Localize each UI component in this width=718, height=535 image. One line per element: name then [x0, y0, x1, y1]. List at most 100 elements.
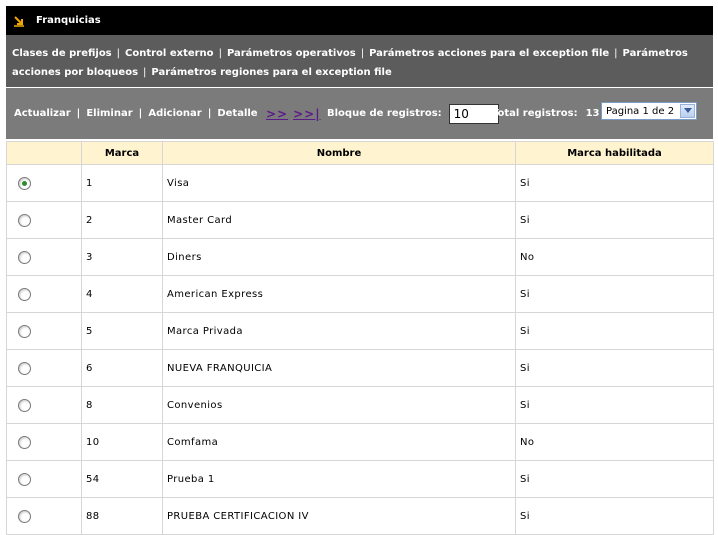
- cell-marca: 6: [81, 349, 163, 387]
- block-size-label: Bloque de registros:: [327, 108, 442, 119]
- column-header-habilitada: Marca habilitada: [515, 141, 714, 165]
- cell-marca: 3: [81, 238, 163, 276]
- franquicias-table: Marca Nombre Marca habilitada 1 Visa Si 2 Ma…: [6, 141, 714, 535]
- cell-habilitada: Si: [515, 386, 714, 424]
- toolbar: Actualizar | Eliminar | Adicionar | Deta…: [6, 88, 713, 139]
- action-separator: |: [76, 108, 81, 119]
- row-radio[interactable]: [18, 398, 31, 412]
- cell-nombre: NUEVA FRANQUICIA: [162, 349, 516, 387]
- cell-marca: 5: [81, 312, 163, 350]
- column-header-nombre: Nombre: [162, 141, 516, 165]
- cell-nombre: Master Card: [162, 201, 516, 239]
- nav-separator: |: [614, 48, 618, 59]
- cell-habilitada: Si: [515, 497, 714, 535]
- nav-separator: |: [218, 48, 222, 59]
- adicionar-button[interactable]: Adicionar: [148, 108, 201, 119]
- row-radio[interactable]: [18, 472, 31, 486]
- cell-habilitada: Si: [515, 460, 714, 498]
- table-row[interactable]: 1 Visa Si: [6, 164, 714, 202]
- cell-marca: 4: [81, 275, 163, 313]
- row-radio[interactable]: [18, 361, 31, 375]
- row-select-cell: [6, 460, 82, 498]
- franquicias-panel: Franquicias Clases de prefijos | Control e…: [6, 6, 714, 535]
- page-select-value: Pagina 1 de 2: [606, 105, 675, 117]
- pager-arrows: >> >>|: [266, 88, 326, 139]
- cell-nombre: Prueba 1: [162, 460, 516, 498]
- cell-nombre: Comfama: [162, 423, 516, 461]
- chevron-down-icon[interactable]: [680, 104, 695, 118]
- row-select-cell: [6, 423, 82, 461]
- column-header-select: [6, 141, 82, 165]
- cell-marca: 8: [81, 386, 163, 424]
- row-radio[interactable]: [18, 324, 31, 338]
- row-select-cell: [6, 349, 82, 387]
- table-row[interactable]: 5 Marca Privada Si: [6, 312, 714, 350]
- total-records-label: Total registros:: [492, 108, 578, 119]
- cell-nombre: American Express: [162, 275, 516, 313]
- cell-habilitada: No: [515, 238, 714, 276]
- cell-marca: 10: [81, 423, 163, 461]
- nav-separator: |: [116, 48, 121, 59]
- row-radio[interactable]: [18, 213, 31, 227]
- cell-marca: 54: [81, 460, 163, 498]
- table-row[interactable]: 4 American Express Si: [6, 275, 714, 313]
- table-row[interactable]: 8 Convenios Si: [6, 386, 714, 424]
- cell-habilitada: Si: [515, 164, 714, 202]
- page-select[interactable]: Pagina 1 de 2: [601, 102, 697, 120]
- cell-nombre: Marca Privada: [162, 312, 516, 350]
- eliminar-button[interactable]: Eliminar: [86, 108, 132, 119]
- table-row[interactable]: 3 Diners No: [6, 238, 714, 276]
- row-select-cell: [6, 275, 82, 313]
- table-row[interactable]: 2 Master Card Si: [6, 201, 714, 239]
- toolbar-actions: Actualizar | Eliminar | Adicionar | Deta…: [14, 88, 258, 139]
- block-size-group: Bloque de registros:: [327, 88, 499, 139]
- row-select-cell: [6, 201, 82, 239]
- title-bar: Franquicias: [6, 6, 713, 35]
- table-row[interactable]: 6 NUEVA FRANQUICIA Si: [6, 349, 714, 387]
- nav-separator: |: [360, 48, 365, 59]
- nav-links: Clases de prefijos | Control externo | Parám…: [6, 35, 713, 87]
- row-radio[interactable]: [18, 176, 31, 190]
- cell-habilitada: Si: [515, 349, 714, 387]
- row-select-cell: [6, 312, 82, 350]
- row-select-cell: [6, 164, 82, 202]
- nav-link-parametros-operativos[interactable]: Parámetros operativos: [227, 48, 356, 59]
- table-row[interactable]: 10 Comfama No: [6, 423, 714, 461]
- nav-link-regiones-exception-file[interactable]: Parámetros regiones para el exception fi…: [151, 67, 391, 78]
- cell-habilitada: No: [515, 423, 714, 461]
- row-radio[interactable]: [18, 435, 31, 449]
- nav-separator: |: [143, 67, 147, 78]
- arrow-down-right-icon: [12, 14, 26, 28]
- cell-habilitada: Si: [515, 201, 714, 239]
- column-header-marca: Marca: [81, 141, 163, 165]
- cell-marca: 88: [81, 497, 163, 535]
- cell-nombre: Convenios: [162, 386, 516, 424]
- cell-habilitada: Si: [515, 312, 714, 350]
- cell-nombre: Visa: [162, 164, 516, 202]
- row-radio[interactable]: [18, 287, 31, 301]
- last-page-link[interactable]: >>|: [293, 107, 321, 121]
- table-row[interactable]: 54 Prueba 1 Si: [6, 460, 714, 498]
- total-records-value: 13: [585, 108, 600, 119]
- nav-link-acciones-exception-file[interactable]: Parámetros acciones para el exception fi…: [369, 48, 609, 59]
- nav-link-clases-prefijos[interactable]: Clases de prefijos: [12, 48, 112, 59]
- row-select-cell: [6, 238, 82, 276]
- row-select-cell: [6, 497, 82, 535]
- cell-nombre: PRUEBA CERTIFICACION IV: [162, 497, 516, 535]
- cell-habilitada: Si: [515, 275, 714, 313]
- row-select-cell: [6, 386, 82, 424]
- total-records-group: Total registros: 13: [492, 88, 600, 139]
- action-separator: |: [207, 108, 212, 119]
- actualizar-button[interactable]: Actualizar: [14, 108, 71, 119]
- row-radio[interactable]: [18, 250, 31, 264]
- page-title: Franquicias: [36, 15, 101, 26]
- cell-marca: 2: [81, 201, 163, 239]
- cell-nombre: Diners: [162, 238, 516, 276]
- cell-marca: 1: [81, 164, 163, 202]
- table-header-row: Marca Nombre Marca habilitada: [6, 141, 714, 165]
- detalle-button[interactable]: Detalle: [217, 108, 257, 119]
- nav-link-control-externo[interactable]: Control externo: [125, 48, 214, 59]
- action-separator: |: [138, 108, 143, 119]
- table-row[interactable]: 88 PRUEBA CERTIFICACION IV Si: [6, 497, 714, 535]
- next-page-link[interactable]: >>: [266, 107, 288, 121]
